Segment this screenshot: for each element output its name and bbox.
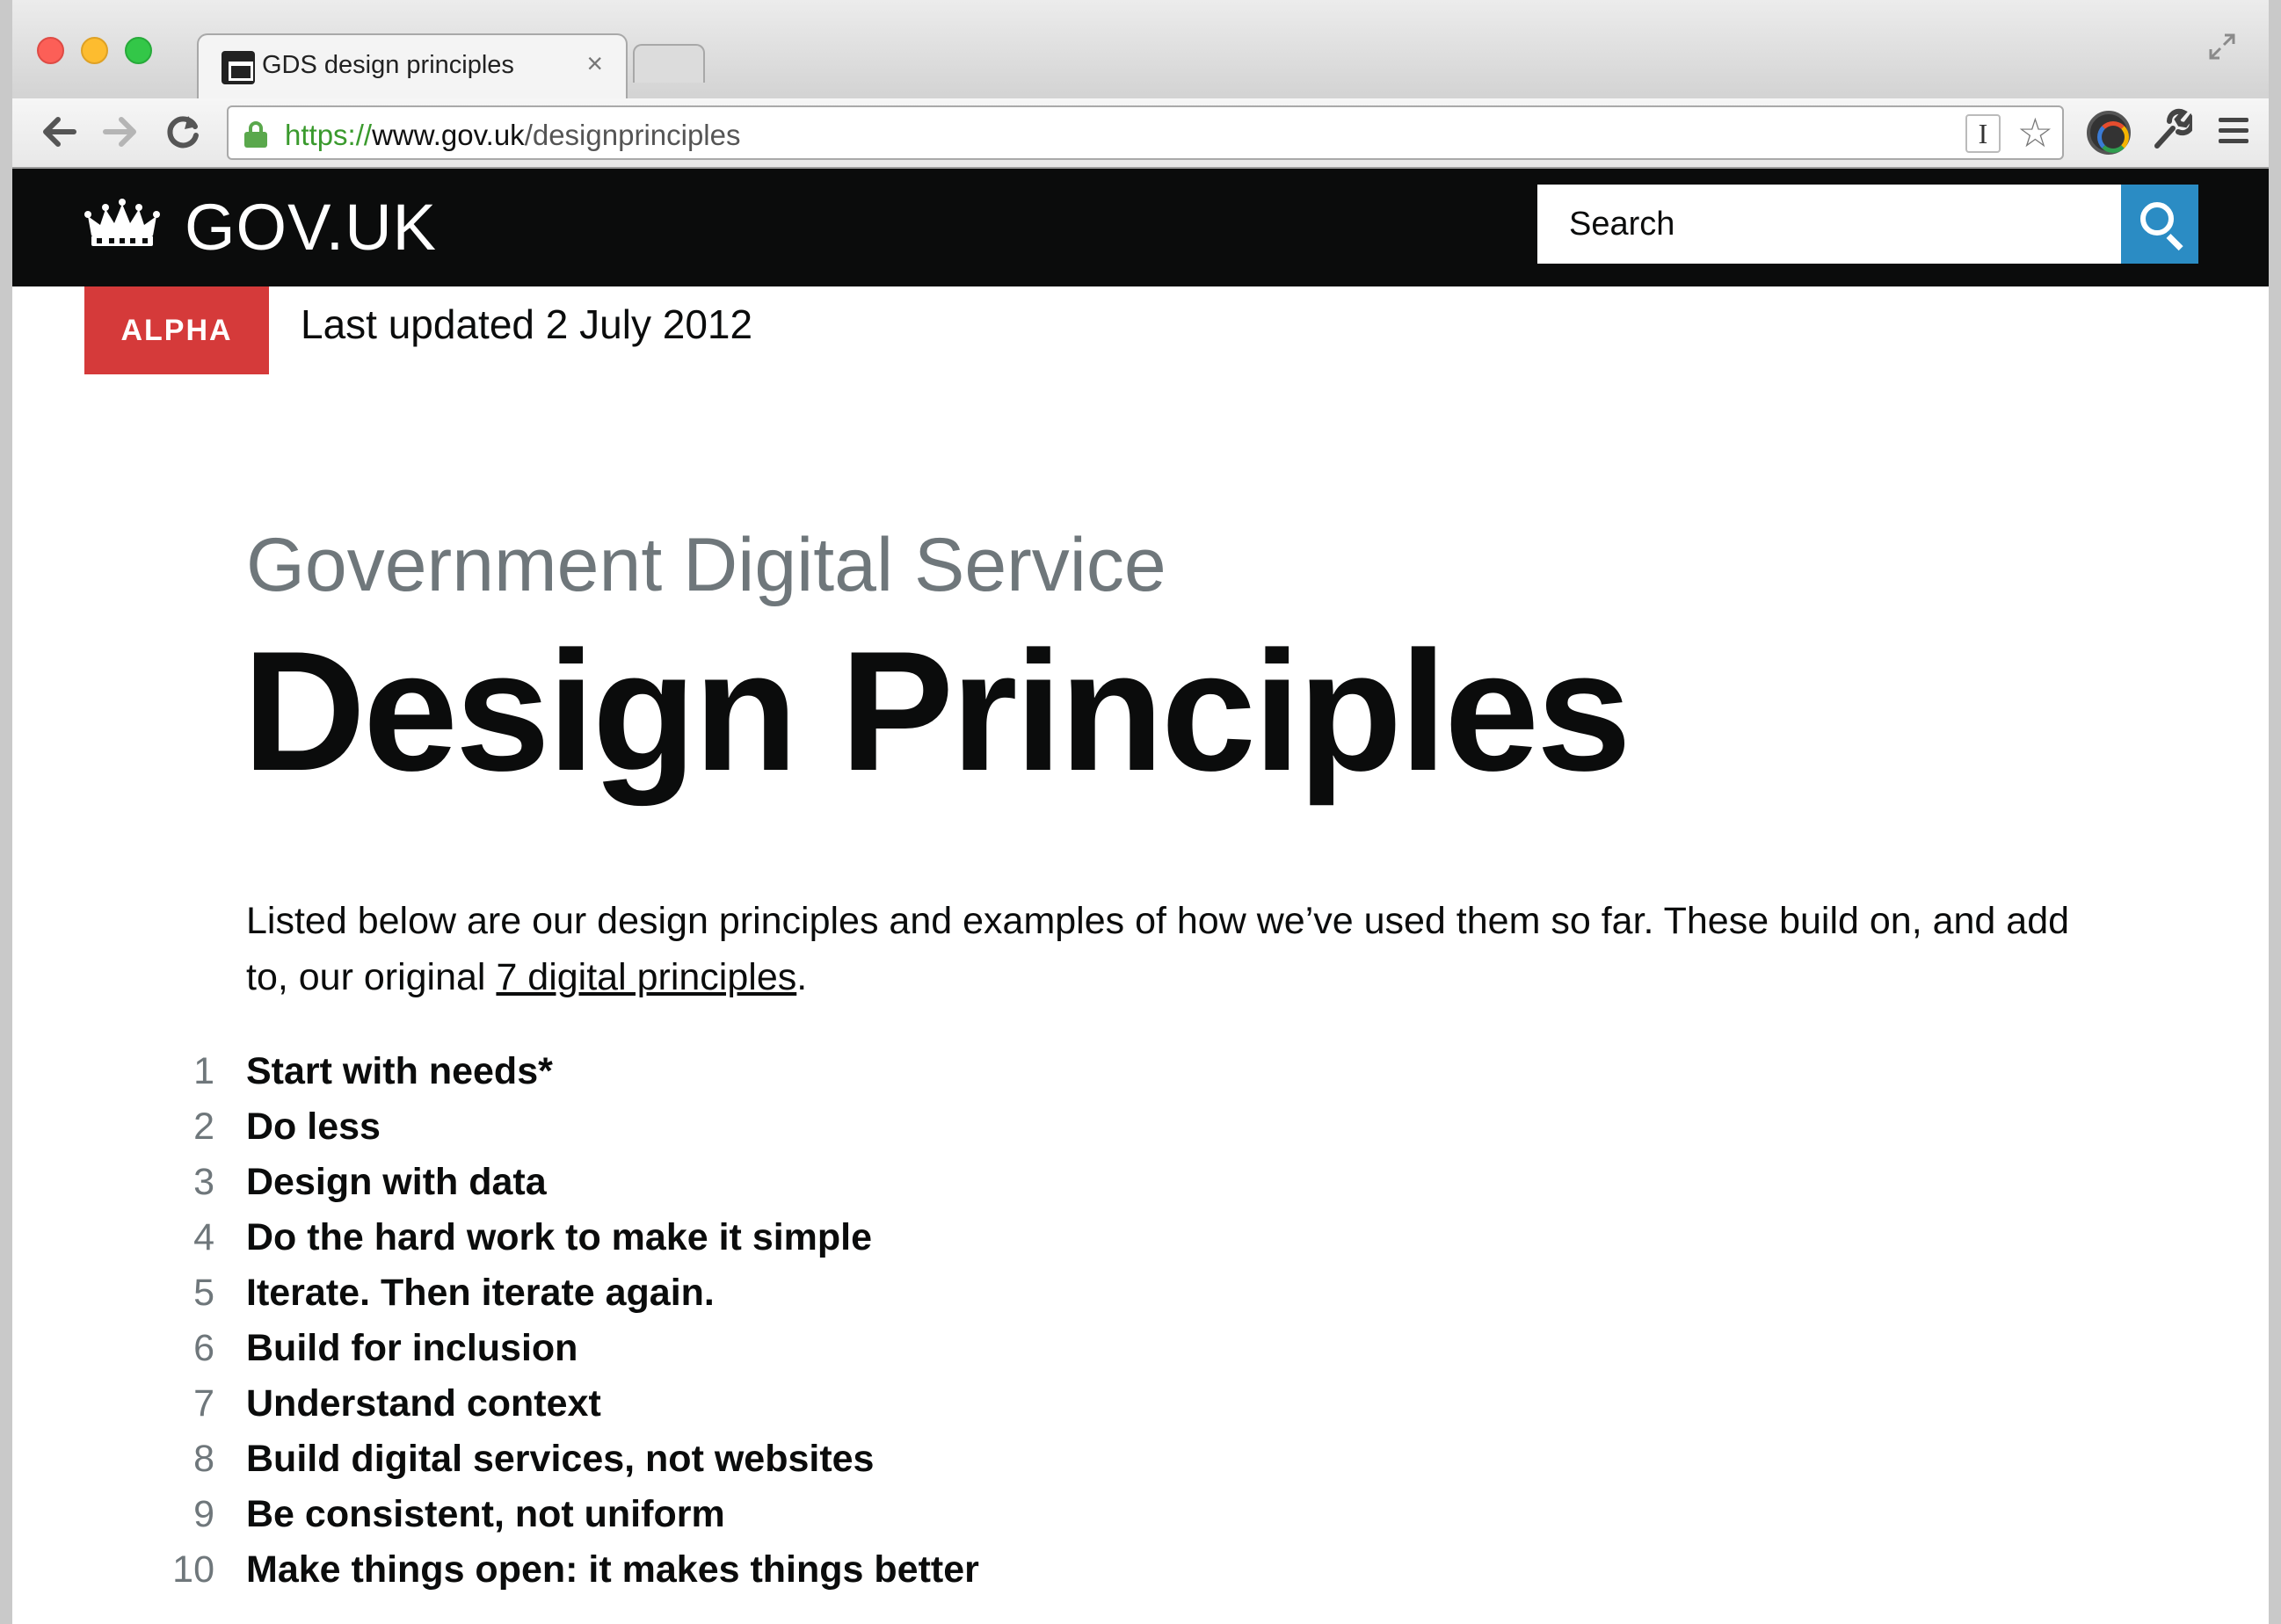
list-item-text: Understand context: [246, 1382, 601, 1425]
back-arrow-icon[interactable]: [35, 107, 84, 156]
page-subtitle: Government Digital Service: [246, 523, 1166, 607]
govuk-logo-text[interactable]: GOV.UK: [185, 190, 437, 265]
list-item-text: Iterate. Then iterate again.: [246, 1272, 715, 1314]
list-item-number: 6: [193, 1327, 214, 1369]
url-host: www.gov.uk: [372, 119, 525, 151]
browser-toolbar: https://www.gov.uk/designprinciples I ☆: [12, 98, 2269, 169]
list-item-text: Make things open: it makes things better: [246, 1548, 979, 1591]
crown-favicon-icon: [222, 51, 255, 84]
list-item-number: 3: [193, 1161, 214, 1203]
list-item-text: Build for inclusion: [246, 1327, 578, 1369]
govuk-header: GOV.UK: [12, 169, 2269, 286]
reader-icon[interactable]: I: [1965, 114, 2001, 153]
list-item-text: Do less: [246, 1106, 381, 1148]
intro-end: .: [796, 956, 808, 998]
close-window-button[interactable]: [37, 37, 64, 64]
alpha-phase-tag: ALPHA: [84, 286, 269, 374]
menu-icon[interactable]: [2219, 118, 2248, 144]
maximize-window-button[interactable]: [125, 37, 152, 64]
title-bar: GDS design principles ×: [12, 0, 2269, 100]
last-updated-text: Last updated 2 July 2012: [301, 301, 753, 347]
principles-list: 1 Start with needs* 2 Do less 3 Design with…: [144, 1044, 979, 1598]
bookmark-star-icon[interactable]: ☆: [2017, 112, 2053, 153]
list-item-number: 8: [193, 1438, 214, 1480]
list-item[interactable]: 5 Iterate. Then iterate again.: [144, 1265, 979, 1321]
new-tab-button[interactable]: [633, 44, 705, 83]
list-item[interactable]: 10 Make things open: it makes things bett…: [144, 1542, 979, 1598]
url-path: /designprinciples: [524, 119, 741, 151]
list-item[interactable]: 3 Design with data: [144, 1155, 979, 1210]
list-item[interactable]: 4 Do the hard work to make it simple: [144, 1210, 979, 1265]
tab-close-icon[interactable]: ×: [586, 47, 603, 80]
lock-icon: [244, 121, 267, 148]
fullscreen-icon[interactable]: [2207, 32, 2237, 62]
search-button[interactable]: [2121, 185, 2198, 264]
list-item[interactable]: 6 Build for inclusion: [144, 1321, 979, 1376]
search-input[interactable]: [1537, 185, 2121, 264]
crown-icon: [84, 199, 160, 251]
search-icon: [2140, 202, 2174, 236]
url-text: https://www.gov.uk/designprinciples: [285, 119, 741, 152]
address-bar[interactable]: https://www.gov.uk/designprinciples I ☆: [227, 105, 2064, 160]
list-item-text: Do the hard work to make it simple: [246, 1216, 873, 1258]
list-item-number: 2: [193, 1106, 214, 1148]
browser-window: GDS design principles × https://www.gov.…: [0, 0, 2281, 1624]
list-item-text: Be consistent, not uniform: [246, 1493, 725, 1535]
list-item[interactable]: 9 Be consistent, not uniform: [144, 1487, 979, 1542]
list-item[interactable]: 2 Do less: [144, 1099, 979, 1155]
list-item[interactable]: 1 Start with needs*: [144, 1044, 979, 1099]
list-item-number: 10: [172, 1548, 214, 1591]
list-item-number: 5: [193, 1272, 214, 1314]
digital-principles-link[interactable]: 7 digital principles: [496, 956, 796, 998]
browser-tab-active[interactable]: GDS design principles ×: [197, 33, 628, 100]
forward-arrow-icon[interactable]: [95, 107, 144, 156]
minimize-window-button[interactable]: [81, 37, 108, 64]
wrench-icon[interactable]: [2150, 107, 2195, 163]
page-title: Design Principles: [243, 616, 1631, 807]
extension-icon[interactable]: [2087, 111, 2131, 155]
list-item-number: 9: [193, 1493, 214, 1535]
list-item-text: Design with data: [246, 1161, 547, 1203]
list-item-number: 1: [193, 1050, 214, 1092]
list-item[interactable]: 7 Understand context: [144, 1376, 979, 1432]
reload-icon[interactable]: [158, 107, 207, 156]
intro-paragraph: Listed below are our design principles a…: [246, 893, 2074, 1005]
list-item-text: Start with needs*: [246, 1050, 553, 1092]
list-item-number: 4: [193, 1216, 214, 1258]
list-item-text: Build digital services, not websites: [246, 1438, 875, 1480]
list-item[interactable]: 8 Build digital services, not websites: [144, 1432, 979, 1487]
url-scheme: https://: [285, 119, 373, 151]
list-item-number: 7: [193, 1382, 214, 1425]
tab-title: GDS design principles: [262, 51, 514, 79]
